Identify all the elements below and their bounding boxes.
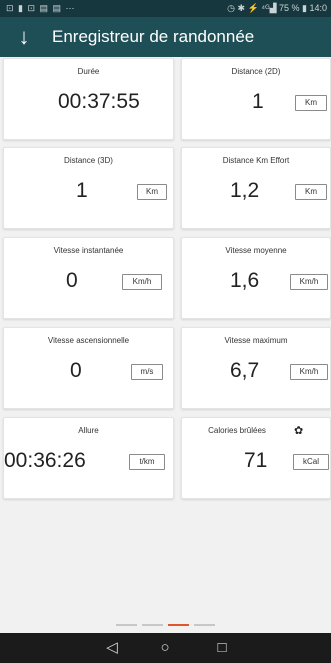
stat-card-distance-2d[interactable]: Distance (2D) 1 Km [181, 58, 331, 140]
app-bar: ↓ Enregistreur de randonnée [0, 17, 331, 57]
stat-card-ascent-speed[interactable]: Vitesse ascensionnelle 0 m/s [3, 327, 174, 409]
stat-card-average-speed[interactable]: Vitesse moyenne 1,6 Km/h [181, 237, 331, 319]
page-dot[interactable] [116, 624, 137, 626]
stat-label: Distance (2D) [231, 67, 281, 76]
unit-badge: Km [295, 184, 327, 200]
page-title: Enregistreur de randonnée [52, 27, 255, 46]
nav-home-icon[interactable]: ○ [150, 633, 180, 663]
stat-value: 00:36:26 [4, 449, 86, 472]
back-arrow-icon[interactable]: ↓ [10, 23, 38, 51]
page-dot-active[interactable] [168, 624, 189, 626]
nav-back-icon[interactable]: ◁ [97, 633, 127, 663]
system-nav-bar: ◁ ○ □ [0, 633, 331, 663]
status-system-info: ◷ ✱ ⚡ ⁴ᴳ▟ 75 % ▮ 14:0 [227, 3, 327, 13]
gear-icon[interactable]: ✿ [294, 424, 303, 437]
unit-badge: kCal [293, 454, 329, 470]
status-bar: ⊡ ▮ ⊡ ▤ ▤ ⋯ ◷ ✱ ⚡ ⁴ᴳ▟ 75 % ▮ 14:0 [0, 0, 331, 17]
stat-value: 0 [70, 359, 82, 382]
stat-value: 1 [76, 179, 88, 202]
stat-label: Durée [77, 67, 100, 76]
stat-value: 1,2 [230, 179, 260, 202]
unit-badge: m/s [131, 364, 163, 380]
stat-value: 1 [252, 90, 264, 113]
page-dot[interactable] [142, 624, 163, 626]
stat-label: Allure [78, 426, 99, 435]
unit-badge: Km [137, 184, 167, 200]
stat-value: 6,7 [230, 359, 260, 382]
stat-card-pace[interactable]: Allure 00:36:26 t/km [3, 417, 174, 499]
stat-value: 71 [244, 449, 268, 472]
unit-badge: Km/h [122, 274, 162, 290]
stat-card-max-speed[interactable]: Vitesse maximum 6,7 Km/h [181, 327, 331, 409]
stat-label: Vitesse ascensionnelle [47, 336, 130, 345]
unit-badge: Km/h [290, 364, 328, 380]
stat-value: 0 [66, 269, 78, 292]
stat-label: Calories brûlées [208, 426, 266, 435]
nav-recents-icon[interactable]: □ [207, 633, 237, 663]
status-notification-icons: ⊡ ▮ ⊡ ▤ ▤ ⋯ [6, 3, 76, 13]
stat-card-calories[interactable]: Calories brûlées ✿ 71 kCal [181, 417, 331, 499]
page-indicator [0, 624, 331, 628]
unit-badge: t/km [129, 454, 165, 470]
stat-card-duration[interactable]: Durée 00:37:55 [3, 58, 174, 140]
stat-label: Vitesse maximum [224, 336, 288, 345]
unit-badge: Km [295, 95, 327, 111]
page-dot[interactable] [194, 624, 215, 626]
stat-label: Distance Km Effort [222, 156, 290, 165]
unit-badge: Km/h [290, 274, 328, 290]
stat-label: Vitesse moyenne [225, 246, 287, 255]
stat-value: 1,6 [230, 269, 260, 292]
stat-card-instant-speed[interactable]: Vitesse instantanée 0 Km/h [3, 237, 174, 319]
stat-label: Vitesse instantanée [53, 246, 124, 255]
stat-label: Distance (3D) [64, 156, 113, 165]
stat-card-distance-effort[interactable]: Distance Km Effort 1,2 Km [181, 147, 331, 229]
stat-value: 00:37:55 [58, 90, 140, 113]
stat-card-distance-3d[interactable]: Distance (3D) 1 Km [3, 147, 174, 229]
